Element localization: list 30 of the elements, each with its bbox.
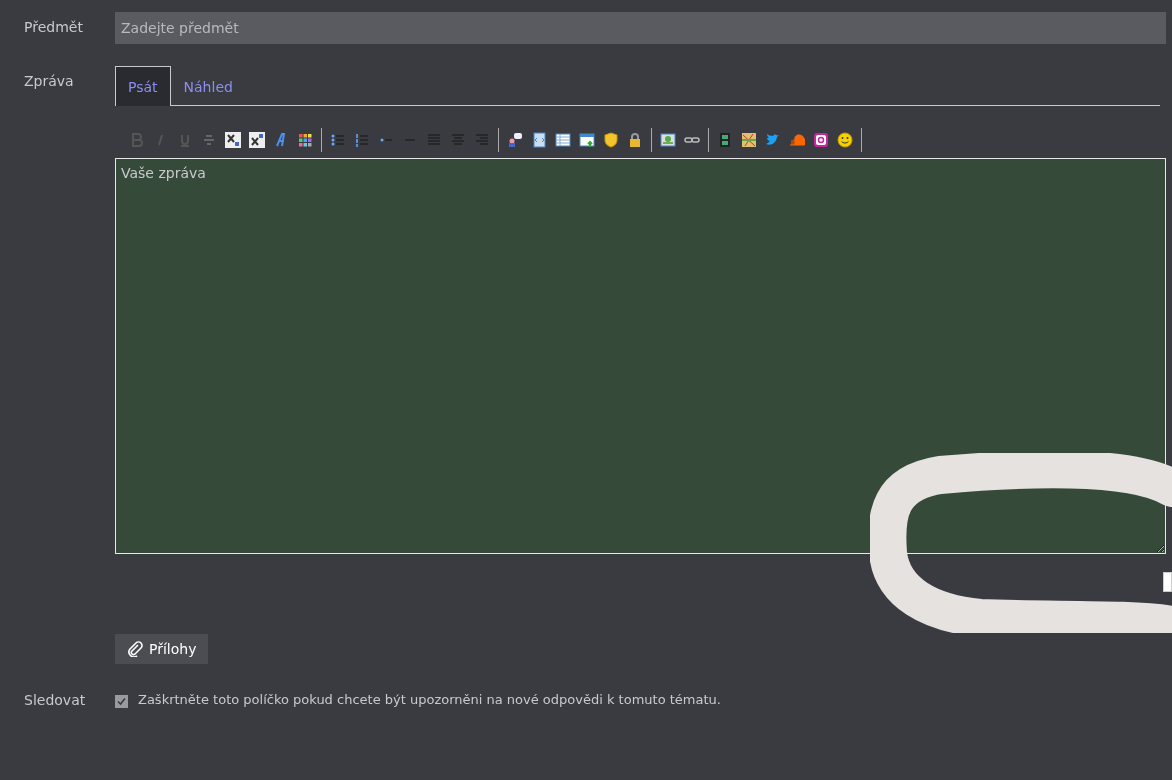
popup-edge [1163,572,1172,592]
smiley-icon[interactable] [837,132,853,148]
subject-input[interactable]: Zadejte předmět [115,12,1166,44]
watch-description: Zaškrtněte toto políčko pokud chcete být upozorněni na nové odpovědi k tomuto tématu. [138,692,721,708]
bullet-list-icon[interactable] [330,132,346,148]
message-textarea[interactable]: Vaše zpráva [115,158,1166,554]
editor-tab[interactable]: Náhled [170,66,246,106]
film-strip-icon[interactable] [717,132,733,148]
numbered-list-icon[interactable] [354,132,370,148]
image-icon[interactable] [660,132,676,148]
field-label: Sledovat [23,692,87,708]
table-icon[interactable] [555,132,571,148]
editor-tab[interactable]: Psát [115,66,171,106]
attachments-button[interactable]: Přílohy [115,634,209,664]
watch-checkbox[interactable] [115,695,128,708]
field-label: Předmět [23,18,84,37]
superscript-icon[interactable] [249,132,265,148]
color-grid-icon[interactable] [297,132,313,148]
bird-icon[interactable] [765,132,781,148]
map-icon[interactable] [741,132,757,148]
code-scroll-icon[interactable] [531,132,547,148]
subscript-icon[interactable] [225,132,241,148]
cloud-icon[interactable] [789,132,805,148]
shield-icon[interactable] [603,132,619,148]
padlock-icon[interactable] [627,132,643,148]
person-speech-icon[interactable] [507,132,523,148]
field-label: Zpráva [23,72,75,91]
paperclip-icon [127,641,143,657]
camera-icon[interactable] [813,132,829,148]
window-upload-icon[interactable] [579,132,595,148]
